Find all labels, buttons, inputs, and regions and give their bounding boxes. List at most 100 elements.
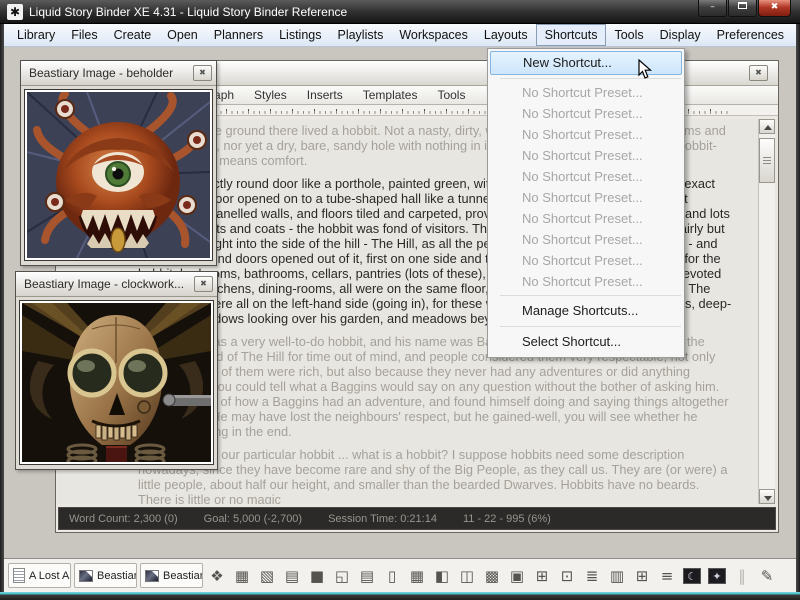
- session-time: Session Time: 0:21:14: [328, 513, 437, 525]
- mosaic-icon[interactable]: ▩: [481, 565, 503, 587]
- sparkle-image-icon[interactable]: ✦: [708, 568, 726, 584]
- mouse-cursor: [638, 59, 653, 81]
- menu-workspaces[interactable]: Workspaces: [391, 24, 476, 46]
- document-icon: [13, 568, 25, 583]
- menu-separator: [500, 78, 681, 79]
- flowchart-icon[interactable]: ⊡: [556, 565, 578, 587]
- scroll-down-icon[interactable]: [759, 489, 775, 504]
- menu-planners[interactable]: Planners: [206, 24, 271, 46]
- beholder-image-window: Beastiary Image - beholder ✖: [20, 60, 217, 266]
- book-icon[interactable]: ◫: [456, 565, 478, 587]
- menu-item-select-shortcut[interactable]: Select Shortcut...: [488, 330, 684, 354]
- quill-icon[interactable]: ✎: [756, 565, 778, 587]
- editor-scrollbar[interactable]: [758, 119, 775, 504]
- swatch-icon[interactable]: ■: [306, 565, 328, 587]
- taskbar-item-beastiary-2[interactable]: Beastiar: [140, 563, 203, 588]
- editor-menu-templates[interactable]: Templates: [353, 86, 428, 104]
- editor-close-icon[interactable]: ✖: [749, 65, 768, 81]
- menu-item-preset: No Shortcut Preset...: [488, 82, 684, 103]
- scrollbar-thumb[interactable]: [759, 138, 775, 183]
- cube-icon[interactable]: ▧: [256, 565, 278, 587]
- save-icon[interactable]: ▤: [281, 565, 303, 587]
- menu-separator: [500, 295, 681, 296]
- menu-display[interactable]: Display: [652, 24, 709, 46]
- main-titlebar: ✱ Liquid Story Binder XE 4.31 - Liquid S…: [0, 0, 800, 24]
- application-window: ✱ Liquid Story Binder XE 4.31 - Liquid S…: [0, 0, 800, 600]
- listing-icon[interactable]: ▤: [356, 565, 378, 587]
- image-icon: [79, 570, 93, 582]
- editor-status-bar: Word Count: 2,300 (0) Goal: 5,000 (-2,70…: [58, 507, 776, 530]
- maximize-icon[interactable]: [728, 0, 757, 17]
- beholder-close-icon[interactable]: ✖: [193, 65, 212, 81]
- clockwork-image-window: Beastiary Image - clockwork... ✖: [15, 271, 218, 470]
- window-frame-bottom: [0, 592, 800, 600]
- layers-icon[interactable]: ❖: [206, 565, 228, 587]
- new-page-icon[interactable]: ▯: [381, 565, 403, 587]
- menu-item-preset: No Shortcut Preset...: [488, 229, 684, 250]
- menu-separator: [500, 326, 681, 327]
- window-controls: – ✖: [698, 0, 791, 17]
- beholder-artwork: [24, 89, 213, 261]
- clockwork-close-icon[interactable]: ✖: [194, 276, 213, 292]
- beholder-titlebar[interactable]: Beastiary Image - beholder ✖: [21, 61, 216, 86]
- menu-create[interactable]: Create: [106, 24, 160, 46]
- menu-item-manage-shortcuts[interactable]: Manage Shortcuts...: [488, 299, 684, 323]
- menu-item-preset: No Shortcut Preset...: [488, 166, 684, 187]
- taskbar-item-label: A Lost A: [29, 570, 69, 582]
- menu-preferences[interactable]: Preferences: [709, 24, 792, 46]
- menu-item-new-shortcut[interactable]: New Shortcut...: [490, 51, 682, 75]
- grid-icon[interactable]: ▦: [231, 565, 253, 587]
- calendar-icon[interactable]: ⊞: [531, 565, 553, 587]
- scroll-up-icon[interactable]: [759, 119, 775, 134]
- window-frame-right: [796, 24, 800, 592]
- word-count: Word Count: 2,300 (0): [69, 513, 178, 525]
- table-icon[interactable]: ▦: [406, 565, 428, 587]
- menu-shortcuts[interactable]: Shortcuts: [536, 24, 607, 46]
- menu-open[interactable]: Open: [159, 24, 206, 46]
- menu-item-preset: No Shortcut Preset...: [488, 124, 684, 145]
- menu-layouts[interactable]: Layouts: [476, 24, 536, 46]
- group-icon[interactable]: ◱: [331, 565, 353, 587]
- clockwork-title: Beastiary Image - clockwork...: [24, 277, 184, 291]
- moon-image-icon[interactable]: ☾: [683, 568, 701, 584]
- menu-tools[interactable]: Tools: [606, 24, 651, 46]
- menu-item-preset: No Shortcut Preset...: [488, 103, 684, 124]
- taskbar-item-a-lost-art[interactable]: A Lost A: [8, 563, 71, 588]
- rows-icon[interactable]: ≡: [656, 565, 678, 587]
- image-tile-icon[interactable]: ▣: [506, 565, 528, 587]
- menu-item-preset: No Shortcut Preset...: [488, 187, 684, 208]
- cursor-position: 11 - 22 - 995 (6%): [463, 513, 551, 525]
- editor-menu-tools[interactable]: Tools: [427, 86, 475, 104]
- menu-listings[interactable]: Listings: [271, 24, 329, 46]
- tiles-icon[interactable]: ⊞: [631, 565, 653, 587]
- window-title: Liquid Story Binder XE 4.31 - Liquid Sto…: [29, 5, 347, 19]
- checklist-icon[interactable]: ≣: [581, 565, 603, 587]
- editor-menu-styles[interactable]: Styles: [244, 86, 297, 104]
- taskbar-item-beastiary-1[interactable]: Beastiar: [74, 563, 137, 588]
- goal: Goal: 5,000 (-2,700): [204, 513, 302, 525]
- clockwork-titlebar[interactable]: Beastiary Image - clockwork... ✖: [16, 272, 217, 297]
- editor-menu-inserts[interactable]: Inserts: [297, 86, 353, 104]
- split-page-icon[interactable]: ◧: [431, 565, 453, 587]
- close-icon[interactable]: ✖: [758, 0, 791, 17]
- taskbar: A Lost A Beastiar Beastiar ❖ ▦ ▧ ▤ ■ ◱ ▤…: [4, 558, 796, 592]
- menu-files[interactable]: Files: [63, 24, 105, 46]
- paragraph: The mother of our particular hobbit ... …: [138, 447, 732, 504]
- menu-item-preset: No Shortcut Preset...: [488, 208, 684, 229]
- menu-library[interactable]: Library: [9, 24, 63, 46]
- main-menubar: Library Files Create Open Planners Listi…: [1, 24, 799, 47]
- columns-icon[interactable]: ▥: [606, 565, 628, 587]
- menu-item-preset: No Shortcut Preset...: [488, 145, 684, 166]
- clockwork-artwork: [19, 300, 214, 465]
- taskbar-item-label: Beastiar: [163, 570, 203, 582]
- window-frame-left: [0, 24, 4, 592]
- menu-item-preset: No Shortcut Preset...: [488, 250, 684, 271]
- taskbar-item-label: Beastiar: [97, 570, 137, 582]
- minimize-icon[interactable]: –: [698, 0, 727, 17]
- pause-icon[interactable]: ‖: [731, 565, 753, 587]
- image-icon: [145, 570, 159, 582]
- shortcuts-dropdown-menu: New Shortcut... No Shortcut Preset... No…: [487, 48, 685, 358]
- menu-playlists[interactable]: Playlists: [329, 24, 391, 46]
- beholder-title: Beastiary Image - beholder: [29, 66, 173, 80]
- app-icon: ✱: [7, 4, 23, 20]
